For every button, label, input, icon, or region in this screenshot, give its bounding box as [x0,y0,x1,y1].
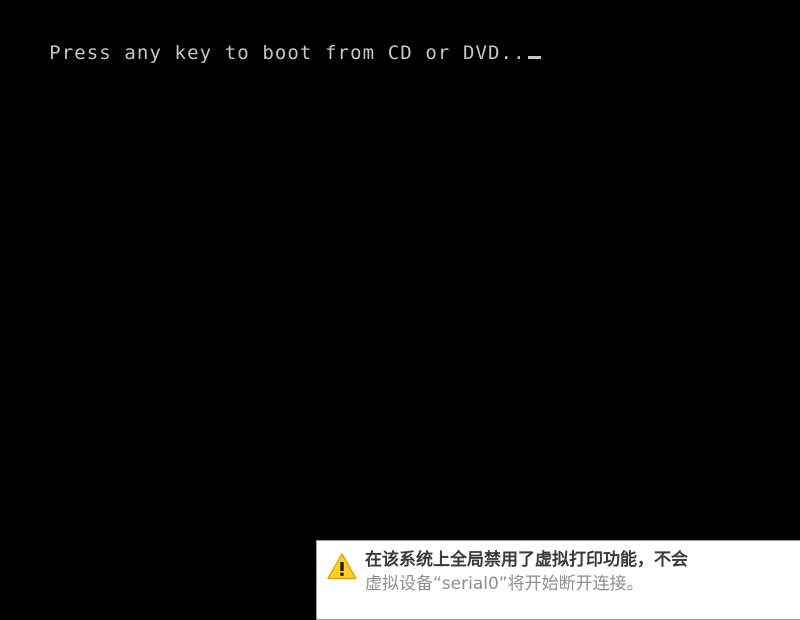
vm-warning-notification[interactable]: 在该系统上全局禁用了虚拟打印功能，不会 虚拟设备“serial0”将开始断开连接… [316,540,800,620]
notification-secondary-message: 虚拟设备“serial0”将开始断开连接。 [365,574,644,594]
text-cursor [527,56,541,59]
bios-boot-prompt-text: Press any key to boot from CD or DVD.. [49,42,526,64]
warning-triangle-icon [327,552,357,580]
notification-text-block: 在该系统上全局禁用了虚拟打印功能，不会 虚拟设备“serial0”将开始断开连接… [365,548,800,596]
virtual-machine-console[interactable]: Press any key to boot from CD or DVD.. [0,0,800,600]
notification-primary-message: 在该系统上全局禁用了虚拟打印功能，不会 [365,550,688,570]
bios-boot-prompt-line: Press any key to boot from CD or DVD.. [0,20,541,86]
